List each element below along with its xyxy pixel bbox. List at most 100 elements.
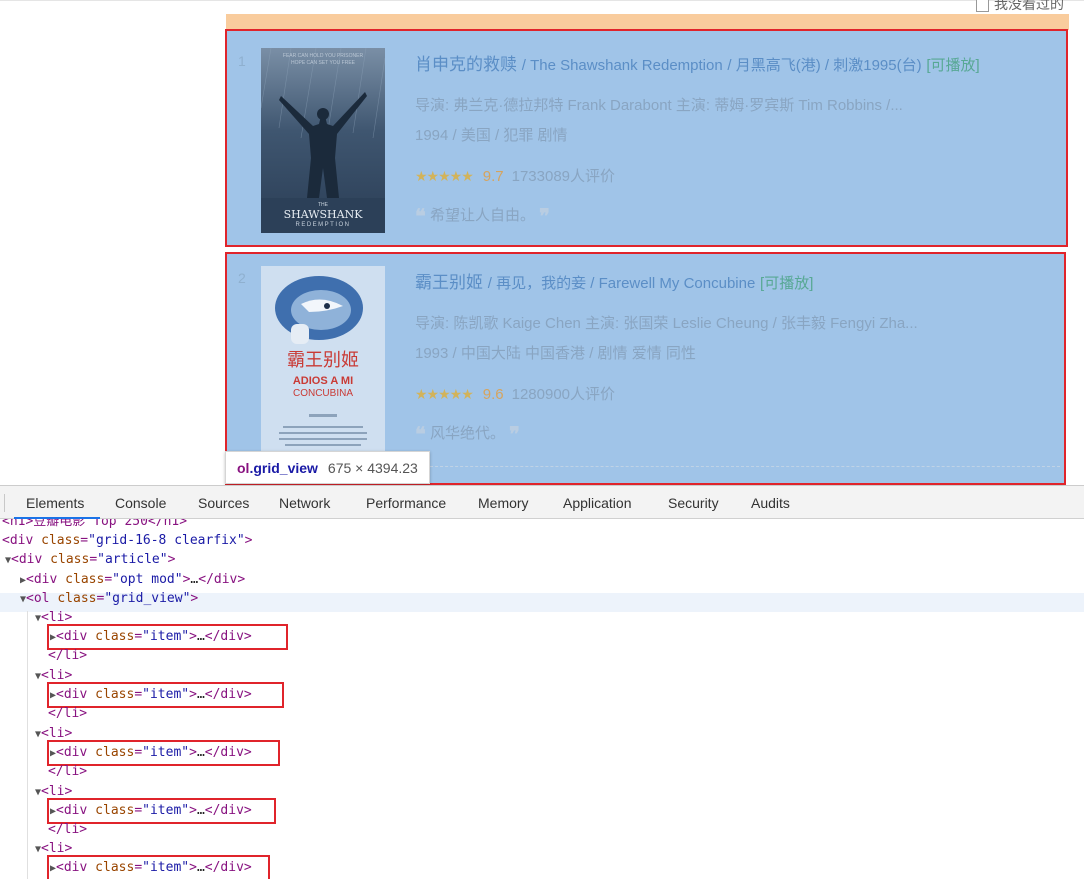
- movie-quote: ❝ 希望让人自由。 ❞: [415, 204, 1056, 228]
- rating-votes: 1733089人评价: [511, 168, 616, 185]
- movie-year-region-genre: 1993 / 中国大陆 中国香港 / 剧情 爱情 同性: [415, 345, 696, 362]
- margin-highlight: [226, 14, 1069, 30]
- dom-line-ol-grid-view[interactable]: ▼<ol class="grid_view">: [20, 589, 198, 608]
- movie-crew: 导演: 陈凯歌 Kaige Chen 主演: 张国荣 Leslie Cheung…: [415, 315, 918, 332]
- dom-li-close-tag: </li>: [48, 764, 88, 779]
- rating-stars-icon: ★★★★★: [415, 386, 474, 402]
- collapse-triangle-icon[interactable]: ▼: [5, 555, 11, 566]
- dom-attr-name: class: [41, 533, 81, 548]
- tab-network[interactable]: Network: [279, 495, 330, 511]
- dom-attr-value: opt mod: [119, 572, 175, 587]
- rank-number: 2: [238, 270, 246, 286]
- tabbar-separator: [4, 494, 5, 512]
- elements-dom-tree: <h1>豆瓣电影 Top 250</h1> <div class="grid-1…: [0, 519, 1084, 879]
- tooltip-class: .grid_view: [249, 460, 318, 476]
- movie-title-line[interactable]: 肖申克的救赎 / The Shawshank Redemption / 月黑高飞…: [415, 50, 1056, 75]
- movie-title[interactable]: 肖申克的救赎: [415, 55, 517, 74]
- movie-info: 肖申克的救赎 / The Shawshank Redemption / 月黑高飞…: [415, 50, 1056, 228]
- dom-attr-name: class: [57, 591, 97, 606]
- movie-title-foreign[interactable]: / The Shawshank Redemption: [522, 57, 723, 74]
- dom-attr-name: class: [65, 572, 105, 587]
- rank-number: 1: [238, 53, 246, 69]
- movie-poster[interactable]: 霸王别姬 ADIOS A MI CONCUBINA: [261, 266, 385, 456]
- open-quote-icon: ❝: [415, 204, 426, 228]
- movie-title-other: / 月黑高飞(港) / 刺激1995(台): [727, 57, 922, 74]
- checkbox-box[interactable]: [976, 0, 989, 12]
- dom-attr-name: class: [50, 552, 90, 567]
- dom-li-open-tag: <li>: [41, 726, 73, 741]
- dom-attr-value: grid-16-8 clearfix: [95, 533, 237, 548]
- tab-audits[interactable]: Audits: [751, 495, 790, 511]
- devtools-panel: Elements Console Sources Network Perform…: [0, 485, 1084, 879]
- quote-text: 希望让人自由。: [429, 207, 535, 224]
- poster-title-es2: CONCUBINA: [293, 388, 353, 399]
- movie-item-1[interactable]: 1 FEAR CAN HOLD YOU PRISONER HOPE CAN SE…: [225, 29, 1068, 247]
- tab-security[interactable]: Security: [668, 495, 719, 511]
- movie-poster[interactable]: FEAR CAN HOLD YOU PRISONER HOPE CAN SET …: [261, 48, 385, 233]
- shawshank-poster-image: FEAR CAN HOLD YOU PRISONER HOPE CAN SET …: [261, 48, 385, 233]
- annotation-red-box: [47, 855, 270, 879]
- poster-title-es: ADIOS A MI: [293, 375, 353, 387]
- rating-votes: 1280900人评价: [511, 386, 616, 403]
- dom-line-li-close[interactable]: </li>: [48, 646, 87, 665]
- movie-title-foreign[interactable]: / 再见，我的妾 / Farewell My Concubine: [488, 275, 756, 292]
- movie-rating: ★★★★★ 9.6 1280900人评价: [415, 383, 1054, 404]
- rating-stars-icon: ★★★★★: [415, 168, 474, 184]
- svg-text:FEAR CAN HOLD YOU PRISONER: FEAR CAN HOLD YOU PRISONER: [283, 53, 364, 59]
- dom-li-close-tag: </li>: [48, 822, 88, 837]
- close-quote-icon: ❞: [539, 204, 550, 228]
- movie-year-region-genre: 1994 / 美国 / 犯罪 剧情: [415, 127, 568, 144]
- movie-info: 霸王别姬 / 再见，我的妾 / Farewell My Concubine [可…: [415, 268, 1054, 446]
- dom-attr-value: grid_view: [112, 591, 183, 606]
- dom-line-li-close[interactable]: </li>: [48, 762, 87, 781]
- tooltip-dimensions: 675 × 4394.23: [327, 460, 418, 476]
- dom-h1-text: <h1>豆瓣电影 Top 250</h1>: [2, 519, 188, 529]
- expand-triangle-icon[interactable]: ▶: [20, 575, 26, 586]
- indent-guide: [27, 611, 28, 879]
- tooltip-tag: ol: [237, 460, 250, 476]
- poster-subtitle: REDEMPTION: [295, 222, 350, 228]
- unseen-filter-checkbox[interactable]: 我没看过的: [976, 0, 1064, 14]
- dom-li-open-tag: <li>: [41, 668, 73, 683]
- dom-li-open-tag: <li>: [41, 610, 73, 625]
- dom-line-grid-div[interactable]: <div class="grid-16-8 clearfix">: [2, 531, 252, 550]
- dom-li-open-tag: <li>: [41, 784, 73, 799]
- page-top-border: [0, 0, 1084, 1]
- dom-close-tag: </div>: [198, 572, 246, 587]
- poster-title: SHAWSHANK: [284, 208, 364, 221]
- collapse-triangle-icon[interactable]: ▼: [20, 594, 26, 605]
- dom-line-article[interactable]: ▼<div class="article">: [5, 550, 175, 569]
- dom-line-li-close[interactable]: </li>: [48, 820, 87, 839]
- dom-line-opt-mod[interactable]: ▶<div class="opt mod">…</div>: [20, 570, 245, 589]
- poster-title-cn: 霸王别姬: [287, 350, 359, 371]
- playable-badge[interactable]: [可播放]: [760, 275, 813, 292]
- dom-tag: ol: [33, 591, 50, 606]
- movie-title[interactable]: 霸王别姬: [415, 273, 483, 292]
- svg-text:HOPE CAN SET YOU FREE: HOPE CAN SET YOU FREE: [291, 60, 356, 66]
- playable-badge[interactable]: [可播放]: [926, 57, 979, 74]
- dom-li-close-tag: </li>: [48, 648, 88, 663]
- close-quote-icon: ❞: [509, 422, 520, 446]
- dom-attr-value: article: [104, 552, 160, 567]
- tab-memory[interactable]: Memory: [478, 495, 529, 511]
- movie-rating: ★★★★★ 9.7 1733089人评价: [415, 165, 1056, 186]
- dom-li-close-tag: </li>: [48, 706, 88, 721]
- dom-line-h1[interactable]: <h1>豆瓣电影 Top 250</h1>: [2, 519, 187, 531]
- movie-crew: 导演: 弗兰克·德拉邦特 Frank Darabont 主演: 蒂姆·罗宾斯 T…: [415, 97, 903, 114]
- dom-li-open-tag: <li>: [41, 841, 73, 856]
- dom-line-li-close[interactable]: </li>: [48, 704, 87, 723]
- rating-score: 9.7: [482, 168, 504, 185]
- tab-application[interactable]: Application: [563, 495, 632, 511]
- dom-tag: div: [18, 552, 43, 567]
- movie-quote: ❝ 风华绝代。 ❞: [415, 422, 1054, 446]
- open-quote-icon: ❝: [415, 422, 426, 446]
- tab-elements[interactable]: Elements: [26, 495, 84, 511]
- dom-tag: div: [9, 533, 34, 548]
- tab-console[interactable]: Console: [115, 495, 166, 511]
- tab-sources[interactable]: Sources: [198, 495, 249, 511]
- unseen-filter-label: 我没看过的: [994, 0, 1064, 12]
- item-divider: [415, 466, 1060, 467]
- movie-title-line[interactable]: 霸王别姬 / 再见，我的妾 / Farewell My Concubine [可…: [415, 268, 1054, 293]
- tab-performance[interactable]: Performance: [366, 495, 446, 511]
- quote-text: 风华绝代。: [429, 425, 505, 442]
